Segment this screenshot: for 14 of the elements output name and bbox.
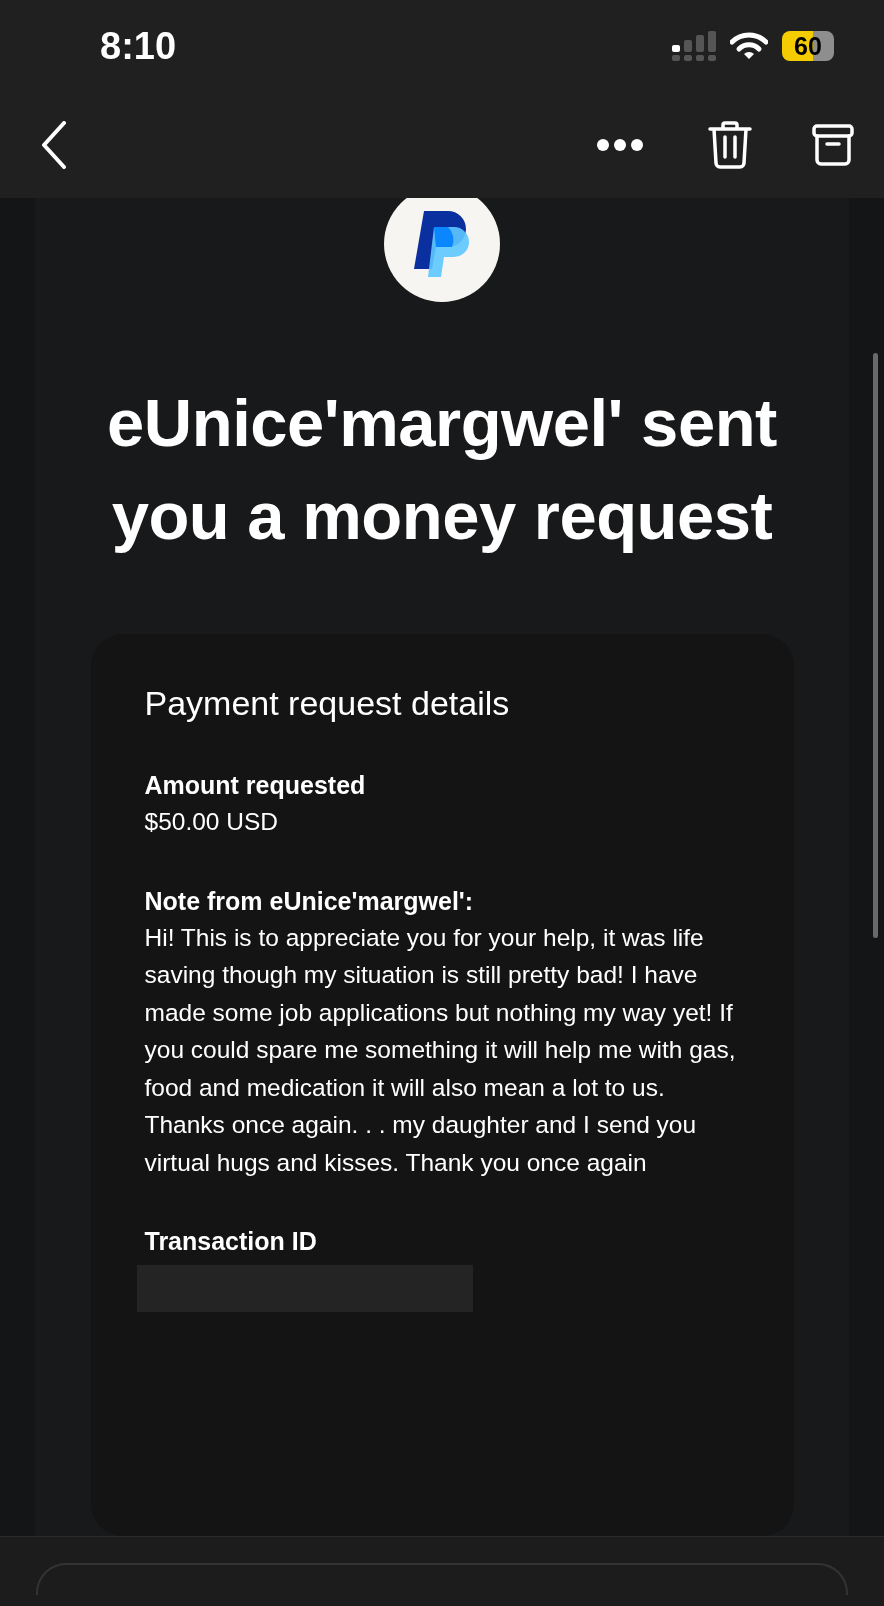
field-label: Amount requested — [144, 770, 367, 801]
field-label: Transaction ID — [144, 1226, 318, 1257]
field-value: $50.00 USD — [144, 807, 279, 837]
more-icon[interactable] — [596, 138, 644, 152]
field-value: Hi! This is to appreciate you for your help, it was life saving though my situation is still pretty bad! I have made some job applications but nothing my way yet! If you could spare me something it will help me with gas, food and medication it will also mean a lot to us. Thanks once again. . . my daughter and I send you virtual hugs and kisses. Thank you once again — [144, 922, 737, 1178]
email-title: eUnice'margwel' sent you a money request — [106, 384, 778, 555]
signal-icon — [672, 31, 716, 61]
clock-time: 8:10 — [100, 24, 177, 68]
back-icon[interactable] — [40, 121, 68, 169]
wifi-icon — [730, 32, 768, 60]
card-heading: Payment request details — [144, 684, 511, 723]
trash-icon[interactable] — [708, 121, 752, 169]
field-label: Note from eUnice'margwel': — [144, 885, 475, 917]
archive-icon[interactable] — [812, 124, 854, 166]
